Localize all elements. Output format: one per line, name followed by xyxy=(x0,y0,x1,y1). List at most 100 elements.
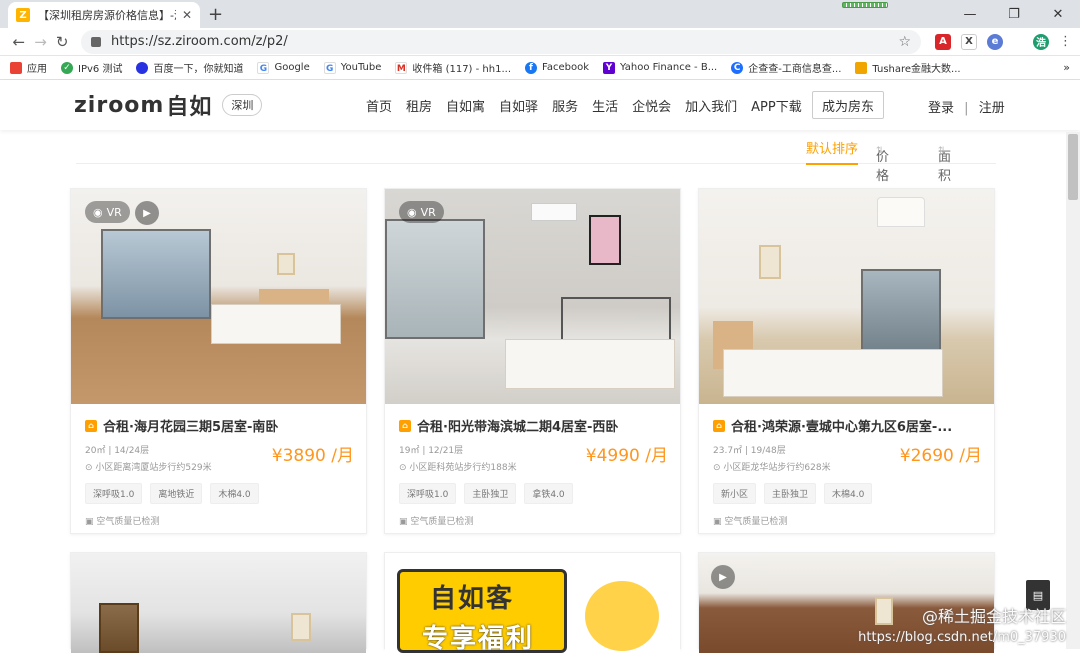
bed-shape xyxy=(505,339,675,389)
vr-badge[interactable]: ◉VR xyxy=(85,201,130,223)
ziroom-logo[interactable]: ziroom 自如 xyxy=(74,89,212,121)
become-landlord-button[interactable]: 成为房东 xyxy=(812,91,884,119)
listing-price: ¥4990 /月 xyxy=(586,441,668,466)
bookmark-baidu[interactable]: 百度一下，你就知道 xyxy=(136,60,243,75)
bear-mascot-icon xyxy=(585,581,659,651)
reload-icon[interactable]: ↻ xyxy=(51,33,73,51)
globe-extension-icon[interactable]: e xyxy=(987,34,1003,50)
window-shape xyxy=(385,219,485,339)
bookmark-youtube[interactable]: GYouTube xyxy=(324,62,382,74)
page-scrollbar-thumb[interactable] xyxy=(1068,134,1078,200)
vr-icon: ◉ xyxy=(93,206,103,219)
minimize-icon[interactable]: — xyxy=(948,0,992,28)
nav-join-us[interactable]: 加入我们 xyxy=(685,96,737,115)
close-tab-icon[interactable]: ✕ xyxy=(182,8,192,22)
bookmark-qcc[interactable]: C企查查-工商信息查... xyxy=(731,60,841,75)
bookmark-google[interactable]: GGoogle xyxy=(257,62,309,74)
bookmark-ipv6[interactable]: ✓IPv6 测试 xyxy=(61,60,122,75)
air-check-icon: ▣ xyxy=(85,517,96,527)
promo-line2: 专享福利 xyxy=(422,618,534,653)
nav-rent[interactable]: 租房 xyxy=(406,96,432,115)
forward-icon[interactable]: → xyxy=(30,33,52,51)
x-extension-icon[interactable]: X xyxy=(961,34,977,50)
listing-card[interactable]: ⌂合租·鸿荣源·壹城中心第九区6居室-... 23.7㎡ | 19/48层 ⊙ … xyxy=(698,188,995,534)
nav-ziroom-apartment[interactable]: 自如寓 xyxy=(446,96,485,115)
listing-info: ⌂合租·阳光带海滨城二期4居室-西卧 19㎡ | 12/21层 ⊙ 小区距科苑站… xyxy=(385,404,680,527)
listing-features: 新小区 主卧独卫 木棉4.0 xyxy=(713,483,980,504)
listing-title[interactable]: ⌂合租·鸿荣源·壹城中心第九区6居室-... xyxy=(713,416,980,435)
listing-card[interactable] xyxy=(70,552,367,649)
bed-shape xyxy=(211,304,341,344)
profile-avatar-icon[interactable]: 浩 xyxy=(1033,34,1049,50)
bookmark-star-icon[interactable]: ☆ xyxy=(898,34,911,50)
extensions: A X e 浩 ⋮ xyxy=(935,34,1072,50)
bookmark-gmail[interactable]: M收件箱 (117) - hh1... xyxy=(395,60,511,75)
window-shape xyxy=(101,229,211,319)
new-tab-icon[interactable]: + xyxy=(208,4,223,25)
promo-line1: 自如客 xyxy=(430,578,514,615)
nav-service[interactable]: 服务 xyxy=(552,96,578,115)
auth-links: 登录 | 注册 xyxy=(928,97,1005,116)
back-icon[interactable]: ← xyxy=(8,33,30,51)
city-selector[interactable]: 深圳 xyxy=(222,94,262,116)
air-conditioner-shape xyxy=(531,203,577,221)
logo-cn: 自如 xyxy=(166,89,212,121)
bed-shape xyxy=(723,349,943,397)
listing-card[interactable]: ◉VR ⌂合租·阳光带海滨城二期4居室-西卧 19㎡ | 12/21层 ⊙ 小区… xyxy=(384,188,681,534)
nav-home[interactable]: 首页 xyxy=(366,96,392,115)
nav-life[interactable]: 生活 xyxy=(592,96,618,115)
register-link[interactable]: 注册 xyxy=(979,101,1005,116)
listing-card[interactable]: ◉VR ▶ ⌂合租·海月花园三期5居室-南卧 20㎡ | 14/24层 ⊙ 小区… xyxy=(70,188,367,534)
tab-title: 【深圳租房房源价格信息】-深圳 xyxy=(38,7,176,23)
bookmark-tushare[interactable]: Tushare金融大数... xyxy=(855,60,960,75)
ziroom-favicon-icon: Z xyxy=(16,8,30,22)
promo-banner[interactable]: 自如客 专享福利 xyxy=(385,553,680,653)
pdf-extension-icon[interactable]: A xyxy=(935,34,951,50)
nav-ziroom-station[interactable]: 自如驿 xyxy=(499,96,538,115)
air-check-icon: ▣ xyxy=(399,517,410,527)
main-nav: 首页 租房 自如寓 自如驿 服务 生活 企悦会 加入我们 APP下载 xyxy=(366,80,816,130)
nav-enterprise[interactable]: 企悦会 xyxy=(632,96,671,115)
browser-tab[interactable]: Z 【深圳租房房源价格信息】-深圳 ✕ xyxy=(8,2,200,28)
listing-photo[interactable] xyxy=(71,553,366,653)
listing-photo[interactable]: ◉VR xyxy=(385,189,680,404)
feature-tag: 拿铁4.0 xyxy=(524,483,572,504)
bookmark-yahoo[interactable]: YYahoo Finance - B... xyxy=(603,62,717,74)
listing-photo[interactable] xyxy=(699,189,994,404)
url-text: https://sz.ziroom.com/z/p2/ xyxy=(111,34,288,49)
window-shape xyxy=(861,269,941,361)
bookmarks-bar: 应用 ✓IPv6 测试 百度一下，你就知道 GGoogle GYouTube M… xyxy=(0,56,1080,80)
bookmarks-more-icon[interactable]: » xyxy=(1063,61,1070,74)
sort-default[interactable]: 默认排序 xyxy=(806,138,858,165)
page-scrollbar-track[interactable] xyxy=(1066,132,1080,649)
play-icon[interactable]: ▶ xyxy=(711,565,735,589)
facebook-icon: f xyxy=(525,62,537,74)
air-quality-note: ▣ 空气质量已检测 xyxy=(85,514,352,527)
listing-info: ⌂合租·海月花园三期5居室-南卧 20㎡ | 14/24层 ⊙ 小区距离湾厦站步… xyxy=(71,404,366,527)
browser-tabbar: Z 【深圳租房房源价格信息】-深圳 ✕ + — ❐ ✕ xyxy=(0,0,1080,28)
listing-features: 深呼吸1.0 主卧独卫 拿铁4.0 xyxy=(399,483,666,504)
auth-divider: | xyxy=(964,101,968,116)
yahoo-icon: Y xyxy=(603,62,615,74)
maximize-icon[interactable]: ❐ xyxy=(992,0,1036,28)
vr-badge[interactable]: ◉VR xyxy=(399,201,444,223)
login-link[interactable]: 登录 xyxy=(928,101,954,116)
kebab-menu-icon[interactable]: ⋮ xyxy=(1059,34,1072,49)
bookmark-facebook[interactable]: fFacebook xyxy=(525,62,589,74)
close-window-icon[interactable]: ✕ xyxy=(1036,0,1080,28)
promo-card[interactable]: 自如客 专享福利 xyxy=(384,552,681,649)
nav-app-download[interactable]: APP下载 xyxy=(751,96,802,115)
listing-title[interactable]: ⌂合租·阳光带海滨城二期4居室-西卧 xyxy=(399,416,666,435)
gmail-icon: M xyxy=(395,62,407,74)
wall-picture-shape xyxy=(589,215,621,265)
url-input[interactable]: https://sz.ziroom.com/z/p2/ ☆ xyxy=(81,30,921,54)
listing-photo[interactable]: ◉VR ▶ xyxy=(71,189,366,404)
vr-icon: ◉ xyxy=(407,206,417,219)
listing-title[interactable]: ⌂合租·海月花园三期5居室-南卧 xyxy=(85,416,352,435)
play-icon[interactable]: ▶ xyxy=(135,201,159,225)
feature-tag: 深呼吸1.0 xyxy=(399,483,456,504)
bookmark-apps[interactable]: 应用 xyxy=(10,60,47,75)
apps-grid-icon xyxy=(10,62,22,74)
door-shape xyxy=(99,603,139,653)
google-g-icon: G xyxy=(324,62,336,74)
